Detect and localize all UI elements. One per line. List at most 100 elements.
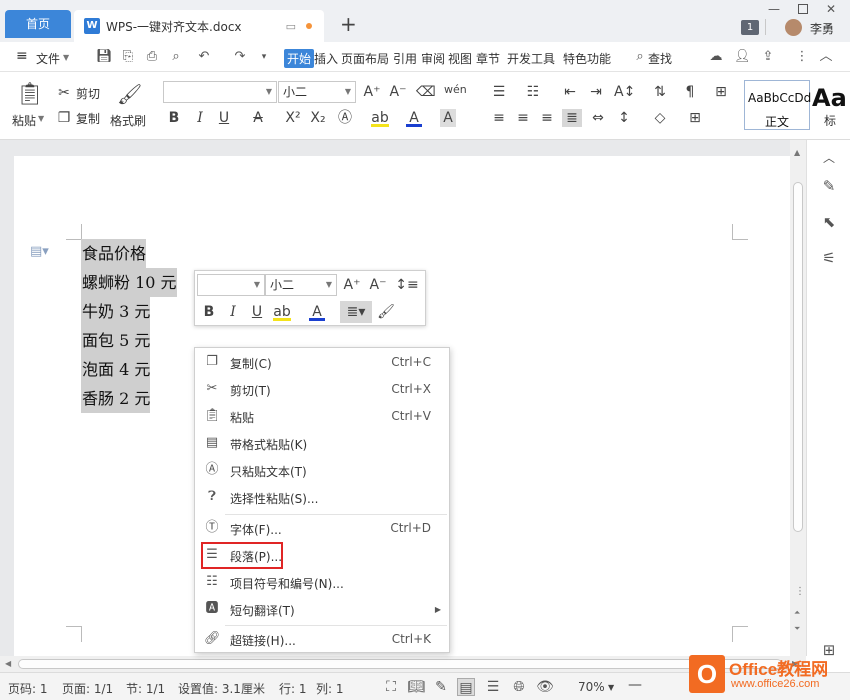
align-right-icon[interactable]: ≡ (538, 109, 556, 127)
italic-icon[interactable]: I (192, 109, 208, 127)
distribute-icon[interactable]: ⇔ (589, 109, 607, 127)
highlight-icon[interactable]: ab (273, 303, 291, 321)
copy-button[interactable]: 复制 (76, 110, 100, 127)
align-left-icon[interactable]: ≡ (490, 109, 508, 127)
read-mode-icon[interactable]: 📖︎ (407, 678, 425, 696)
page-number[interactable]: 页码: 1 (8, 680, 48, 697)
menu-item-cut[interactable]: ✂ 剪切(T) Ctrl+X (195, 376, 449, 403)
eye-protection-icon[interactable]: 👁︎ (536, 678, 554, 696)
scroll-thumb[interactable] (793, 182, 803, 532)
style-heading-preview[interactable]: Aa (812, 84, 847, 112)
quick-access-dropdown-icon[interactable]: ▾ (256, 49, 272, 65)
menu-item-paragraph[interactable]: ☰ 段落(P)... (195, 542, 449, 569)
line-spacing-icon[interactable]: ↕≡ (395, 276, 419, 294)
row-indicator[interactable]: 行: 1 (279, 680, 307, 697)
avatar[interactable] (785, 19, 802, 36)
paste-icon[interactable]: 📋︎ (16, 82, 44, 108)
subscript-icon[interactable]: X₂ (309, 109, 327, 127)
paste-button[interactable]: 粘贴 (12, 112, 36, 129)
pen-icon[interactable]: ✎ (819, 176, 839, 196)
mini-font-name-select[interactable]: ▼ (197, 274, 265, 296)
scroll-up-icon[interactable]: ▲ (794, 148, 800, 157)
mini-font-size-select[interactable]: 小二 ▼ (265, 274, 337, 296)
strikethrough-icon[interactable]: A (250, 109, 266, 127)
font-color-icon[interactable]: A (406, 109, 422, 127)
menu-item-hyperlink[interactable]: 🔗︎ 超链接(H)... Ctrl+K (195, 626, 449, 653)
collapse-pane-icon[interactable]: ︿ (819, 148, 839, 168)
column-indicator[interactable]: 列: 1 (316, 680, 344, 697)
search-icon[interactable]: ⌕ (632, 49, 648, 65)
format-painter-icon[interactable]: 🖌︎ (377, 303, 395, 321)
web-view-icon[interactable]: 🌐︎ (510, 678, 528, 696)
scroll-thumb[interactable] (18, 659, 782, 669)
numbering-icon[interactable]: ☷ (524, 83, 542, 101)
tab-page-layout[interactable]: 页面布局 (341, 50, 389, 67)
vertical-scrollbar[interactable]: ▲ ⋮ ⏶ ⏷ (790, 140, 806, 656)
format-painter-icon[interactable]: 🖌︎ (117, 82, 142, 106)
scroll-left-icon[interactable]: ◀ (5, 659, 11, 668)
page-count[interactable]: 页面: 1/1 (62, 680, 113, 697)
maximize-icon[interactable] (798, 4, 808, 14)
tab-review[interactable]: 审阅 (421, 50, 445, 67)
zoom-out-icon[interactable]: — (628, 677, 642, 693)
font-name-select[interactable]: ▼ (163, 81, 277, 103)
clear-format-icon[interactable]: ⌫ (416, 83, 436, 101)
bold-icon[interactable]: B (166, 109, 182, 127)
outline-view-icon[interactable]: ☰ (484, 678, 502, 696)
font-size-select[interactable]: 小二 ▼ (278, 81, 356, 103)
write-mode-icon[interactable]: ✎ (432, 678, 450, 696)
tab-developer[interactable]: 开发工具 (507, 50, 555, 67)
tab-insert[interactable]: 插入 (314, 50, 338, 67)
align-dropdown-icon[interactable]: ≣▾ (340, 301, 372, 323)
chevron-down-icon[interactable]: ▼ (608, 683, 614, 692)
decrease-indent-icon[interactable]: ⇤ (561, 83, 579, 101)
pinyin-icon[interactable]: wén (444, 81, 467, 99)
tab-references[interactable]: 引用 (393, 50, 417, 67)
shrink-font-icon[interactable]: A⁻ (369, 276, 387, 294)
format-painter-button[interactable]: 格式刷 (110, 112, 146, 129)
search-button[interactable]: 查找 (648, 50, 672, 67)
menu-item-paste-special[interactable]: ❓︎ 选择性粘贴(S)... (195, 484, 449, 511)
show-marks-icon[interactable]: ¶ (681, 83, 699, 101)
monitor-icon[interactable]: ▭ (286, 20, 296, 33)
paragraph-handle-icon[interactable]: ▤▾ (30, 244, 49, 259)
grow-font-icon[interactable]: A⁺ (363, 83, 381, 101)
style-heading-name[interactable]: 标 (824, 112, 836, 129)
user-name[interactable]: 李勇 (810, 20, 834, 37)
shrink-font-icon[interactable]: A⁻ (389, 83, 407, 101)
shading-icon[interactable]: ◇ (651, 109, 669, 127)
doc-line[interactable]: 螺蛳粉 10 元 (81, 268, 177, 297)
print-icon[interactable]: ⎙ (144, 49, 160, 65)
minimize-icon[interactable]: — (768, 2, 780, 16)
char-shading-icon[interactable]: A (440, 109, 456, 127)
setting-value[interactable]: 设置值: 3.1厘米 (178, 680, 265, 697)
menu-item-paste-text[interactable]: Ⓐ 只粘贴文本(T) (195, 457, 449, 484)
new-tab-button[interactable]: + (340, 14, 357, 34)
print-preview-icon[interactable]: ⌕ (168, 49, 184, 65)
borders-icon[interactable]: ⊞ (686, 109, 704, 127)
grow-font-icon[interactable]: A⁺ (343, 276, 361, 294)
window-count-badge[interactable]: 1 (741, 20, 759, 35)
doc-line[interactable]: 牛奶 3 元 (81, 297, 151, 326)
tab-start[interactable]: 开始 (284, 49, 315, 68)
prev-page-icon[interactable]: ⏶ (794, 608, 800, 618)
menu-item-copy[interactable]: ❐ 复制(C) Ctrl+C (195, 349, 449, 376)
tab-chapter[interactable]: 章节 (476, 50, 500, 67)
save-icon[interactable]: 💾︎ (96, 49, 113, 65)
tab-document[interactable]: W WPS-一键对齐文本.docx ▭ (74, 10, 324, 42)
line-spacing-icon[interactable]: ↕ (615, 109, 633, 127)
menu-item-paste[interactable]: 📋︎ 粘贴 Ctrl+V (195, 403, 449, 430)
tab-home[interactable]: 首页 (5, 10, 71, 38)
page-view-icon[interactable]: ▤ (457, 678, 475, 696)
text-effect-icon[interactable]: Ⓐ (337, 109, 353, 127)
section-indicator[interactable]: 节: 1/1 (126, 680, 165, 697)
doc-line[interactable]: 泡面 4 元 (81, 355, 151, 384)
redo-icon[interactable]: ↷ (232, 49, 248, 65)
zoom-level[interactable]: 70% (578, 680, 605, 694)
superscript-icon[interactable]: X² (284, 109, 302, 127)
underline-icon[interactable]: U (216, 109, 232, 127)
highlight-icon[interactable]: ab (371, 109, 389, 127)
menu-item-font[interactable]: Ⓣ 字体(F)... Ctrl+D (195, 515, 449, 542)
tab-special[interactable]: 特色功能 (563, 50, 611, 67)
next-page-icon[interactable]: ⏷ (794, 624, 800, 634)
